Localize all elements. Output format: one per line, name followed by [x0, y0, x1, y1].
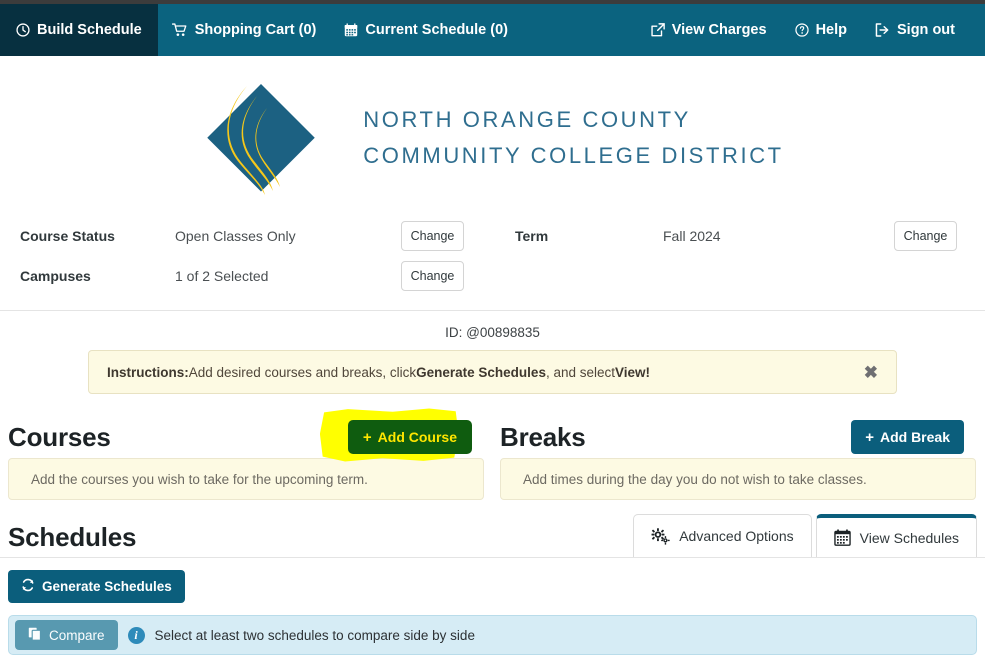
question-circle-icon — [794, 23, 809, 37]
brand-line-1: North Orange County — [363, 107, 691, 133]
external-link-icon — [651, 23, 665, 37]
term-change-button[interactable]: Change — [894, 221, 957, 251]
add-break-button[interactable]: + Add Break — [851, 420, 964, 454]
calendar-icon — [344, 23, 358, 37]
add-course-holder: + Add Course — [319, 408, 472, 462]
breaks-column: Breaks + Add Break Add times during the … — [492, 416, 984, 500]
cart-icon — [171, 23, 188, 37]
campuses-value: 1 of 2 Selected — [175, 268, 269, 284]
tab-advanced-options[interactable]: Advanced Options — [633, 514, 812, 557]
brand-line-2: Community College District — [363, 143, 784, 168]
instructions-text-2: , and select — [545, 364, 615, 380]
term-value: Fall 2024 — [663, 228, 721, 244]
compare-button[interactable]: Compare — [15, 620, 118, 650]
tab-label-advanced-options: Advanced Options — [679, 528, 794, 544]
breaks-empty-message: Add times during the day you do not wish… — [500, 458, 976, 500]
nav-item-view-charges[interactable]: View Charges — [637, 22, 781, 38]
compare-button-label: Compare — [49, 627, 105, 643]
add-course-label: Add Course — [377, 429, 457, 445]
add-break-slot: + Add Break — [851, 420, 964, 454]
add-break-label: Add Break — [879, 429, 950, 445]
brand-header: North Orange County Community College Di… — [0, 56, 985, 216]
nav-label-sign-out: Sign out — [897, 22, 955, 38]
close-icon[interactable]: ✖ — [864, 364, 878, 381]
compare-section: Compare i Select at least two schedules … — [0, 603, 985, 655]
instructions-text-1: Add desired courses and breaks, click — [188, 364, 417, 380]
gears-icon — [651, 527, 670, 545]
refresh-icon — [21, 578, 35, 595]
nav-item-build-schedule[interactable]: Build Schedule — [0, 4, 158, 56]
instructions-prefix: Instructions: — [107, 364, 189, 380]
sign-out-icon — [875, 23, 890, 37]
breaks-title: Breaks — [500, 421, 586, 452]
nav-label-shopping-cart: Shopping Cart (0) — [194, 22, 317, 38]
clock-icon — [16, 23, 30, 37]
term-label: Term — [515, 228, 549, 244]
compare-message: Select at least two schedules to compare… — [154, 627, 475, 643]
nav-label-view-charges: View Charges — [671, 22, 767, 38]
campuses-change-button[interactable]: Change — [401, 261, 464, 291]
instructions-banner-wrap: Instructions: Add desired courses and br… — [0, 350, 985, 394]
campuses-label: Campuses — [20, 268, 91, 284]
copy-stack-icon — [28, 627, 42, 644]
courses-header: Courses + Add Course — [8, 408, 484, 462]
course-status-value: Open Classes Only — [175, 228, 296, 244]
nav-label-build-schedule: Build Schedule — [37, 22, 142, 38]
nav-item-help[interactable]: Help — [781, 22, 861, 38]
settings-row-course-status: Course Status Open Classes Only Change T… — [20, 216, 965, 256]
add-course-button[interactable]: + Add Course — [347, 420, 472, 454]
instructions-banner: Instructions: Add desired courses and br… — [88, 350, 897, 394]
settings-panel: Course Status Open Classes Only Change T… — [0, 216, 985, 311]
nav-item-sign-out[interactable]: Sign out — [861, 22, 969, 38]
nav-item-current-schedule[interactable]: Current Schedule (0) — [330, 4, 522, 56]
generate-row: Generate Schedules — [0, 558, 985, 603]
info-circle-icon: i — [127, 626, 145, 644]
navbar-left-group: Build Schedule Shopping Cart (0) Current… — [0, 4, 522, 56]
courses-empty-message: Add the courses you wish to take for the… — [8, 458, 484, 500]
noccd-diamond-logo — [201, 78, 321, 198]
add-course-slot: + Add Course — [319, 408, 472, 462]
tab-view-schedules[interactable]: View Schedules — [815, 514, 977, 557]
instructions-emphasis-generate: Generate Schedules — [416, 364, 546, 380]
compare-bar: Compare i Select at least two schedules … — [8, 615, 977, 655]
plus-icon: + — [865, 428, 874, 446]
calendar-icon — [833, 529, 851, 546]
schedules-header: Schedules Advanced Options View Schedule… — [0, 500, 985, 558]
courses-title: Courses — [8, 421, 111, 452]
schedules-title: Schedules — [8, 522, 137, 552]
generate-schedules-button[interactable]: Generate Schedules — [8, 570, 185, 603]
nav-label-current-schedule: Current Schedule (0) — [365, 22, 508, 38]
breaks-header: Breaks + Add Break — [500, 416, 976, 458]
course-status-label: Course Status — [20, 228, 115, 244]
nav-label-help: Help — [815, 22, 847, 38]
tab-label-view-schedules: View Schedules — [859, 529, 959, 546]
courses-breaks-section: Courses + Add Course Add the courses you… — [0, 394, 985, 500]
nav-item-shopping-cart[interactable]: Shopping Cart (0) — [158, 4, 331, 56]
courses-column: Courses + Add Course Add the courses you… — [0, 408, 492, 500]
plus-icon: + — [362, 428, 372, 446]
schedules-tabs: Advanced Options View Schedules — [633, 514, 977, 557]
navbar-right-group: View Charges Help Sign out — [637, 4, 985, 56]
student-id-line: ID: @00898835 — [445, 325, 540, 340]
brand-wordmark: North Orange County Community College Di… — [363, 102, 783, 173]
generate-schedules-label: Generate Schedules — [42, 579, 172, 594]
instructions-emphasis-view: View! — [615, 364, 651, 380]
course-status-change-button[interactable]: Change — [401, 221, 464, 251]
settings-row-campuses: Campuses 1 of 2 Selected Change — [20, 256, 965, 296]
main-navbar: Build Schedule Shopping Cart (0) Current… — [0, 4, 985, 56]
